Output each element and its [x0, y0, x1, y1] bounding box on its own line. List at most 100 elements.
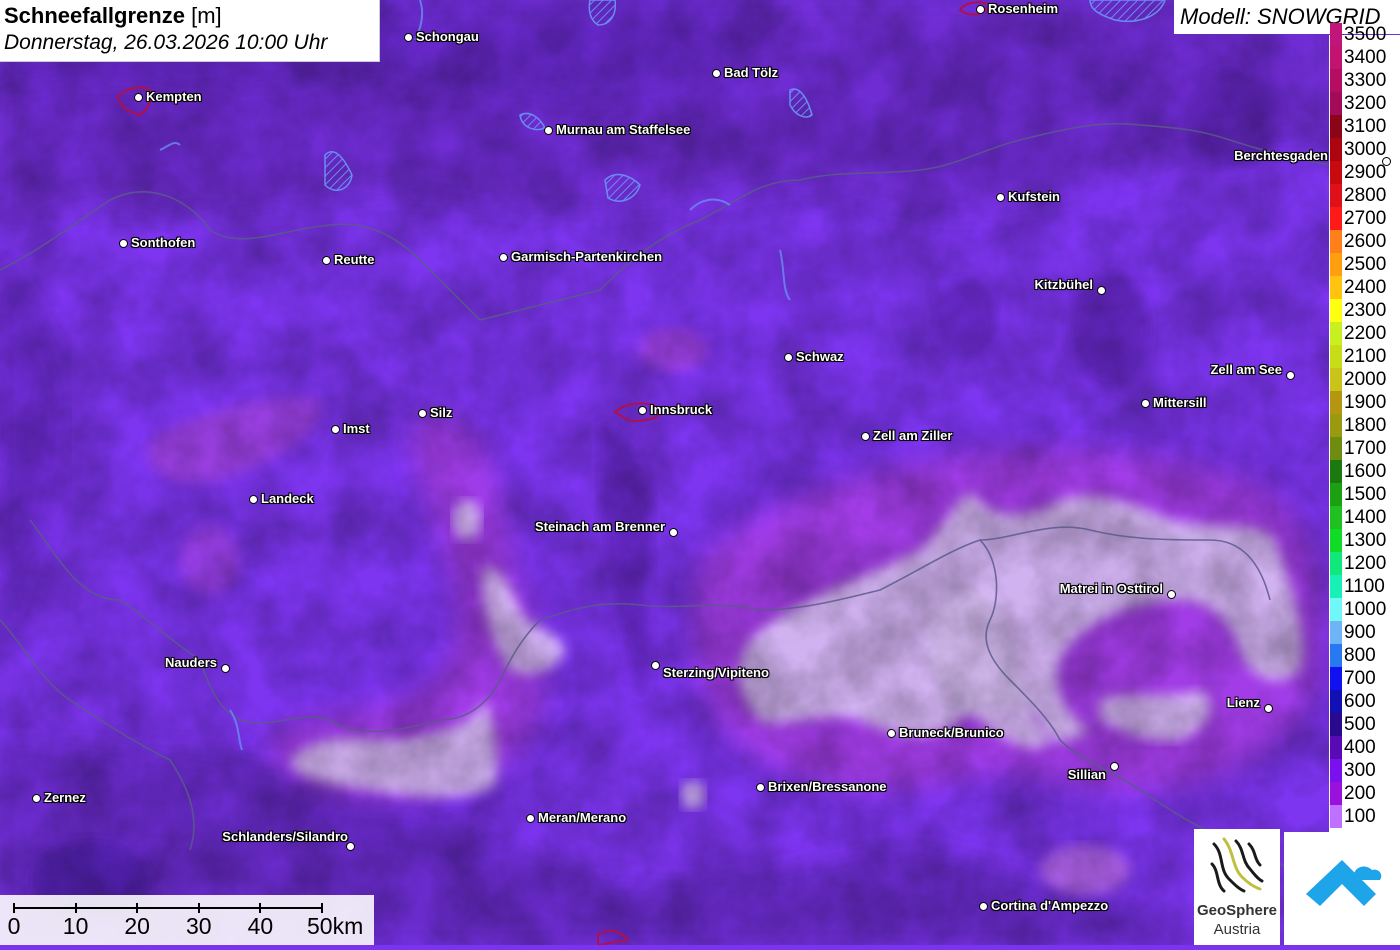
legend-label: 1500	[1344, 484, 1387, 505]
city-marker[interactable]	[322, 256, 331, 265]
city-label[interactable]: Bad Tölz	[724, 66, 778, 80]
city-marker[interactable]	[979, 902, 988, 911]
legend-entry: 2800	[1329, 184, 1400, 207]
city-label[interactable]: Reutte	[334, 253, 374, 267]
legend-swatch	[1330, 552, 1342, 575]
scale-label: 10	[62, 913, 89, 939]
city-label[interactable]: Schongau	[416, 30, 479, 44]
city-marker[interactable]	[1264, 704, 1273, 713]
city-label[interactable]: Steinach am Brenner	[535, 520, 665, 534]
scale-tick	[136, 903, 139, 913]
city-marker[interactable]	[861, 432, 870, 441]
city-marker[interactable]	[756, 783, 765, 792]
city-label[interactable]: Nauders	[165, 656, 217, 670]
city-marker[interactable]	[544, 126, 553, 135]
city-label[interactable]: Sonthofen	[131, 236, 195, 250]
scale-tick	[197, 903, 200, 913]
geosphere-logo[interactable]: GeoSphere Austria	[1194, 829, 1280, 945]
legend-entry: 1100	[1329, 575, 1400, 598]
legend-entry: 400	[1329, 736, 1400, 759]
legend-label: 2900	[1344, 162, 1387, 183]
city-marker[interactable]	[1110, 762, 1119, 771]
city-label[interactable]: Meran/Merano	[538, 811, 626, 825]
snowfall-line-map[interactable]	[0, 0, 1400, 945]
city-marker[interactable]	[119, 239, 128, 248]
city-label[interactable]: Sterzing/Vipiteno	[663, 666, 769, 680]
legend-entry: 1600	[1329, 460, 1400, 483]
city-marker[interactable]	[404, 33, 413, 42]
legend-entry: 1300	[1329, 529, 1400, 552]
legend-label: 1300	[1344, 530, 1387, 551]
city-label[interactable]: Zell am Ziller	[873, 429, 952, 443]
city-label[interactable]: Murnau am Staffelsee	[556, 123, 690, 137]
legend-swatch	[1330, 391, 1342, 414]
legend-label: 1100	[1344, 576, 1385, 597]
legend-entry: 200	[1329, 782, 1400, 805]
legend-swatch	[1330, 598, 1342, 621]
legend-label: 3400	[1344, 47, 1387, 68]
city-label[interactable]: Cortina d'Ampezzo	[991, 899, 1108, 913]
legend-swatch	[1330, 345, 1342, 368]
city-marker[interactable]	[887, 729, 896, 738]
legend-swatch	[1330, 805, 1342, 828]
city-marker[interactable]	[526, 814, 535, 823]
city-label[interactable]: Schlanders/Silandro	[222, 830, 348, 844]
legend-entry: 1400	[1329, 506, 1400, 529]
city-label[interactable]: Brixen/Bressanone	[768, 780, 887, 794]
city-label[interactable]: Berchtesgaden	[1234, 149, 1328, 163]
city-label[interactable]: Imst	[343, 422, 370, 436]
city-marker[interactable]	[1286, 371, 1295, 380]
scale-label: 30	[186, 913, 212, 939]
city-marker[interactable]	[712, 69, 721, 78]
legend-entry: 1700	[1329, 437, 1400, 460]
legend-label: 2000	[1344, 369, 1387, 390]
city-label[interactable]: Innsbruck	[650, 403, 712, 417]
legend-label: 2300	[1344, 300, 1387, 321]
legend-swatch	[1330, 437, 1342, 460]
city-marker[interactable]	[784, 353, 793, 362]
legend-entry: 3200	[1329, 92, 1400, 115]
legend-label: 3100	[1344, 116, 1387, 137]
city-marker[interactable]	[651, 661, 660, 670]
city-label[interactable]: Kufstein	[1008, 190, 1060, 204]
city-marker[interactable]	[221, 664, 230, 673]
legend-swatch	[1330, 23, 1342, 46]
legend-entry: 300	[1329, 759, 1400, 782]
city-label[interactable]: Landeck	[261, 492, 314, 506]
city-marker[interactable]	[32, 794, 41, 803]
city-marker[interactable]	[499, 253, 508, 262]
legend-label: 400	[1344, 737, 1376, 758]
city-label[interactable]: Kitzbühel	[1035, 278, 1094, 292]
city-label[interactable]: Zernez	[44, 791, 86, 805]
city-marker[interactable]	[669, 528, 678, 537]
city-marker[interactable]	[134, 93, 143, 102]
city-marker[interactable]	[1167, 590, 1176, 599]
city-label[interactable]: Bruneck/Brunico	[899, 726, 1004, 740]
legend-swatch	[1330, 138, 1342, 161]
legend-entry: 600	[1329, 690, 1400, 713]
city-label[interactable]: Sillian	[1068, 768, 1106, 782]
city-label[interactable]: Kempten	[146, 90, 202, 104]
city-label[interactable]: Garmisch-Partenkirchen	[511, 250, 662, 264]
legend-label: 2800	[1344, 185, 1387, 206]
city-marker[interactable]	[996, 193, 1005, 202]
city-label[interactable]: Matrei in Osttirol	[1060, 582, 1163, 596]
city-marker[interactable]	[418, 409, 427, 418]
city-label[interactable]: Lienz	[1227, 696, 1260, 710]
city-label[interactable]: Silz	[430, 406, 452, 420]
city-label[interactable]: Zell am See	[1210, 363, 1282, 377]
snowgrid-logo[interactable]	[1284, 832, 1400, 945]
city-marker[interactable]	[249, 495, 258, 504]
scale-bar: 0 10 20 30 40 50km	[0, 895, 374, 945]
city-marker[interactable]	[1141, 399, 1150, 408]
city-marker[interactable]	[1097, 286, 1106, 295]
city-marker[interactable]	[638, 406, 647, 415]
scale-line	[14, 907, 322, 909]
city-marker[interactable]	[976, 5, 985, 14]
city-label[interactable]: Mittersill	[1153, 396, 1206, 410]
city-marker[interactable]	[331, 425, 340, 434]
city-label[interactable]: Rosenheim	[988, 2, 1058, 16]
legend-swatch	[1330, 161, 1342, 184]
city-marker[interactable]	[1382, 157, 1391, 166]
city-label[interactable]: Schwaz	[796, 350, 844, 364]
